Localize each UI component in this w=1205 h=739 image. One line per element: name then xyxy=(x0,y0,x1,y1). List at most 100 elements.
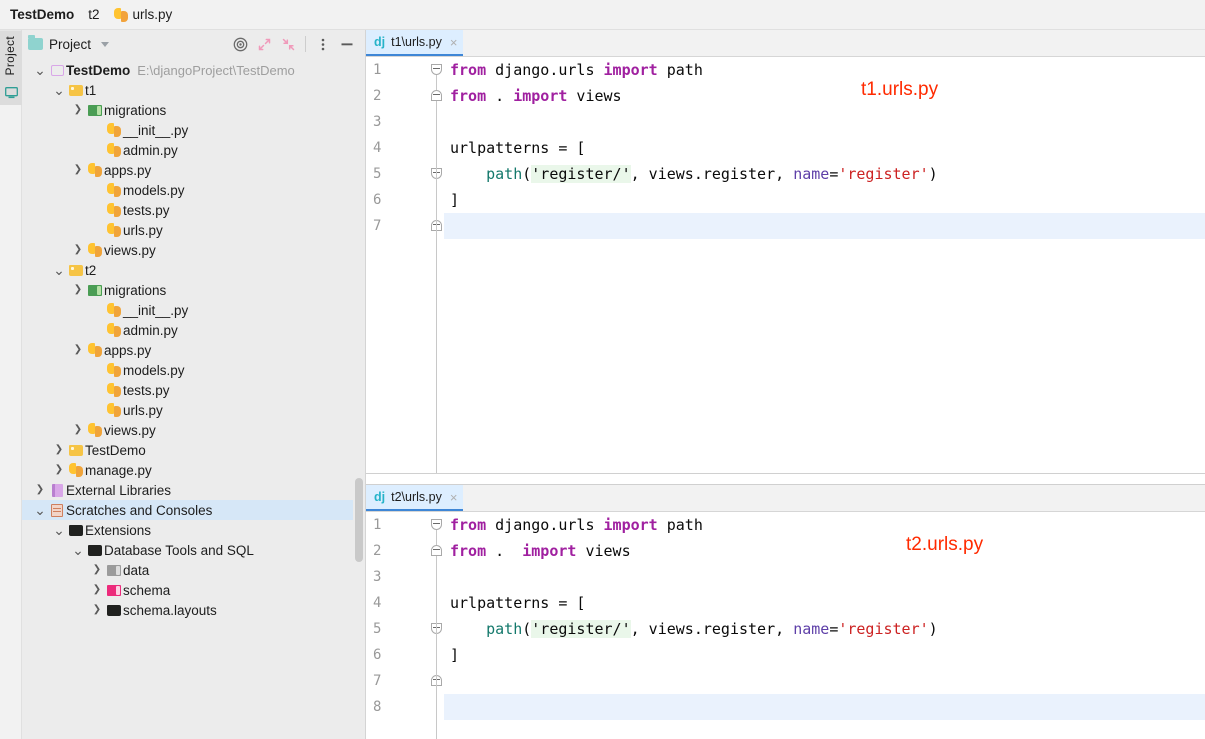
collapse-all-icon[interactable] xyxy=(277,33,299,55)
tree-item-models-py[interactable]: models.py xyxy=(22,180,365,200)
fold-toggle-icon[interactable] xyxy=(431,545,442,556)
tree-item-views-py[interactable]: ❯ views.py xyxy=(22,240,365,260)
tree-item-data[interactable]: ❯ data xyxy=(22,560,365,580)
tree-item-external-libraries[interactable]: ❯ External Libraries xyxy=(22,480,365,500)
tree-item-urls-py[interactable]: urls.py xyxy=(22,400,365,420)
scrollbar-thumb[interactable] xyxy=(355,478,363,562)
chevron-right-icon[interactable]: ❯ xyxy=(89,605,105,615)
tree-item-label: views.py xyxy=(104,242,156,258)
breadcrumb-item-urls-py[interactable]: urls.py xyxy=(113,7,172,22)
tool-window-button-project[interactable]: Project xyxy=(0,30,22,82)
tree-item-t1[interactable]: ⌄ t1 xyxy=(22,80,365,100)
close-icon[interactable]: × xyxy=(450,491,458,504)
tree-item-database-tools-and-sql[interactable]: ⌄ Database Tools and SQL xyxy=(22,540,365,560)
chevron-down-icon[interactable]: ⌄ xyxy=(32,63,48,77)
code-line[interactable]: ] xyxy=(444,187,1205,213)
fold-toggle-icon[interactable] xyxy=(431,64,442,75)
tree-item-views-py[interactable]: ❯ views.py xyxy=(22,420,365,440)
code-line[interactable] xyxy=(444,564,1205,590)
chevron-down-icon[interactable]: ⌄ xyxy=(51,523,67,537)
tree-item-models-py[interactable]: models.py xyxy=(22,360,365,380)
chevron-right-icon[interactable]: ❯ xyxy=(70,245,86,255)
code-line[interactable]: urlpatterns = [ xyxy=(444,135,1205,161)
code-content-1[interactable]: from django.urls import path from . impor… xyxy=(444,57,1205,473)
fold-toggle-icon[interactable] xyxy=(431,90,442,101)
chevron-down-icon[interactable]: ⌄ xyxy=(70,543,86,557)
tree-item-urls-py[interactable]: urls.py xyxy=(22,220,365,240)
chevron-down-icon[interactable] xyxy=(101,41,110,47)
chevron-right-icon[interactable]: ❯ xyxy=(89,565,105,575)
tree-item-scratches-and-consoles[interactable]: ⌄ Scratches and Consoles xyxy=(22,500,365,520)
tree-item-testdemo[interactable]: ⌄ TestDemo E:\djangoProject\TestDemo xyxy=(22,60,365,80)
tree-item-admin-py[interactable]: admin.py xyxy=(22,320,365,340)
editor-splitter[interactable] xyxy=(366,473,1205,485)
tree-item-manage-py[interactable]: ❯ manage.py xyxy=(22,460,365,480)
chevron-right-icon[interactable]: ❯ xyxy=(51,445,67,455)
chevron-right-icon[interactable]: ❯ xyxy=(70,165,86,175)
tree-item-testdemo[interactable]: ❯ TestDemo xyxy=(22,440,365,460)
chevron-down-icon[interactable]: ⌄ xyxy=(51,83,67,97)
code-viewport-1[interactable]: 1234567 from django.urls import path from… xyxy=(366,57,1205,473)
options-menu-icon[interactable] xyxy=(312,33,334,55)
fold-toggle-icon[interactable] xyxy=(431,519,442,530)
project-tree-scrollbar[interactable] xyxy=(353,58,365,739)
breadcrumb-item-t2[interactable]: t2 xyxy=(88,7,99,22)
code-line[interactable]: from . import views xyxy=(444,538,1205,564)
editor-tab-t1-urls[interactable]: dj t1\urls.py × xyxy=(366,30,464,56)
chevron-right-icon[interactable]: ❯ xyxy=(70,285,86,295)
scratch-icon xyxy=(48,503,66,517)
code-line[interactable]: urlpatterns = [ xyxy=(444,590,1205,616)
code-line[interactable] xyxy=(444,109,1205,135)
code-line[interactable]: ] xyxy=(444,642,1205,668)
chevron-right-icon[interactable]: ❯ xyxy=(89,585,105,595)
tree-item---init---py[interactable]: __init__.py xyxy=(22,120,365,140)
code-token: import xyxy=(522,542,577,560)
tree-item-tests-py[interactable]: tests.py xyxy=(22,380,365,400)
tree-item-schema[interactable]: ❯ schema xyxy=(22,580,365,600)
code-line[interactable] xyxy=(444,668,1205,694)
tree-item-migrations[interactable]: ❯ migrations xyxy=(22,280,365,300)
code-line[interactable] xyxy=(444,694,1205,720)
code-token: , views.register, xyxy=(630,620,794,638)
chevron-down-icon[interactable]: ⌄ xyxy=(32,503,48,517)
chevron-right-icon[interactable]: ❯ xyxy=(70,425,86,435)
tree-item-apps-py[interactable]: ❯ apps.py xyxy=(22,160,365,180)
close-icon[interactable]: × xyxy=(450,36,458,49)
tree-item-admin-py[interactable]: admin.py xyxy=(22,140,365,160)
tree-item-schema-layouts[interactable]: ❯ schema.layouts xyxy=(22,600,365,620)
chevron-right-icon[interactable]: ❯ xyxy=(70,105,86,115)
code-token: name xyxy=(793,620,830,638)
python-file-icon xyxy=(105,363,123,377)
expand-all-icon[interactable] xyxy=(253,33,275,55)
project-tree[interactable]: ⌄ TestDemo E:\djangoProject\TestDemo ⌄ t1 ❯ mi… xyxy=(22,58,365,739)
tree-item-tests-py[interactable]: tests.py xyxy=(22,200,365,220)
editor-tab-t2-urls[interactable]: dj t2\urls.py × xyxy=(366,485,464,511)
code-line[interactable]: path('register/', views.register, name='… xyxy=(444,616,1205,642)
tree-item-label: urls.py xyxy=(123,402,163,418)
code-line[interactable]: from django.urls import path xyxy=(444,512,1205,538)
code-viewport-2[interactable]: 12345678 from django.urls import path fro… xyxy=(366,512,1205,739)
breadcrumb-item-testdemo[interactable]: TestDemo xyxy=(10,7,74,22)
code-folding-gutter-2[interactable] xyxy=(430,512,444,739)
monitor-icon[interactable] xyxy=(0,81,22,106)
tree-item---init---py[interactable]: __init__.py xyxy=(22,300,365,320)
code-content-2[interactable]: from django.urls import path from . impor… xyxy=(444,512,1205,739)
locate-in-tree-icon[interactable] xyxy=(229,33,251,55)
tree-item-label: models.py xyxy=(123,362,185,378)
chevron-right-icon[interactable]: ❯ xyxy=(32,485,48,495)
code-folding-gutter-1[interactable] xyxy=(430,57,444,473)
chevron-down-icon[interactable]: ⌄ xyxy=(51,263,67,277)
code-token: ] xyxy=(450,646,460,664)
hide-panel-icon[interactable] xyxy=(336,33,358,55)
tree-item-extensions[interactable]: ⌄ Extensions xyxy=(22,520,365,540)
tree-item-migrations[interactable]: ❯ migrations xyxy=(22,100,365,120)
code-line[interactable]: path('register/', views.register, name='… xyxy=(444,161,1205,187)
tree-item-t2[interactable]: ⌄ t2 xyxy=(22,260,365,280)
chevron-right-icon[interactable]: ❯ xyxy=(51,465,67,475)
tree-item-label: t2 xyxy=(85,262,97,278)
tree-item-apps-py[interactable]: ❯ apps.py xyxy=(22,340,365,360)
code-line[interactable] xyxy=(444,213,1205,239)
code-line[interactable]: from django.urls import path xyxy=(444,57,1205,83)
code-line[interactable]: from . import views xyxy=(444,83,1205,109)
chevron-right-icon[interactable]: ❯ xyxy=(70,345,86,355)
